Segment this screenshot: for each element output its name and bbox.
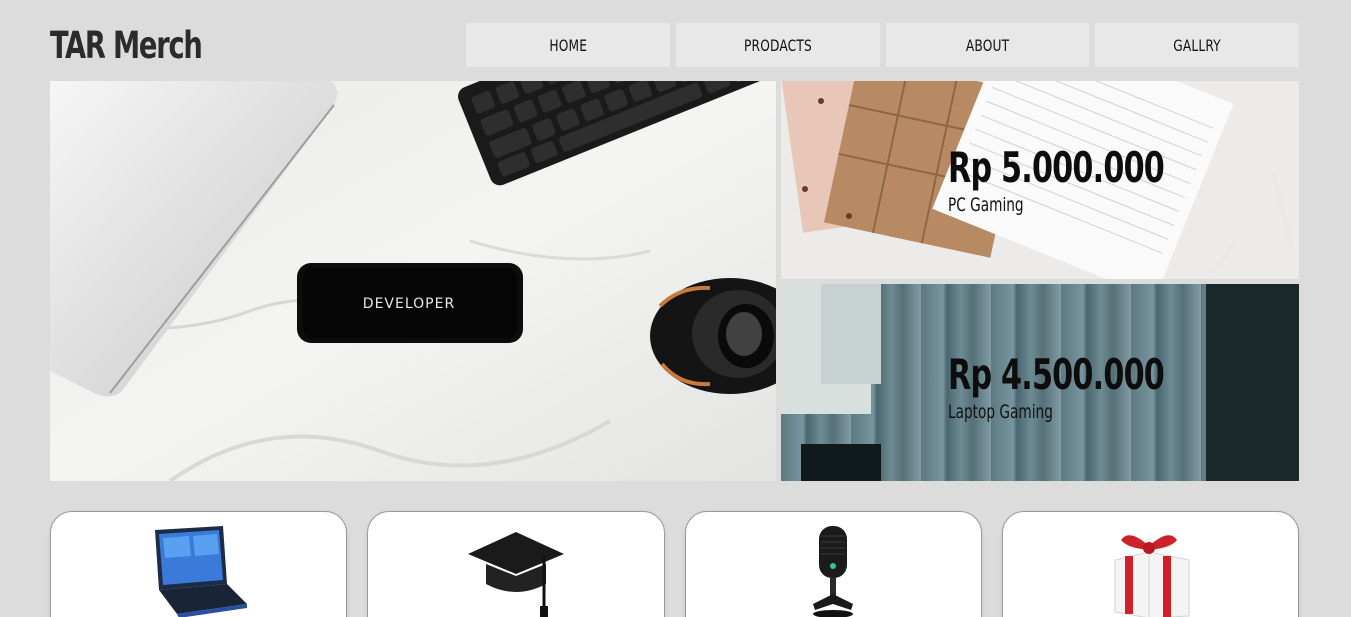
promo-card-pc-gaming[interactable]: Rp 5.000.000 PC Gaming [781, 81, 1299, 279]
product-card-graduation-cap[interactable] [367, 511, 665, 617]
nav-about[interactable]: ABOUT [885, 23, 1090, 67]
phone-screen-text: DEVELOPER [363, 296, 455, 312]
promo-card-laptop-gaming[interactable]: Rp 4.500.000 Laptop Gaming [781, 284, 1299, 481]
product-card-laptop[interactable] [50, 511, 348, 617]
nav-products[interactable]: PRODACTS [675, 23, 880, 67]
promo-price: Rp 4.500.000 [948, 350, 1165, 399]
developer-desk-photo: DEVELOPER [50, 81, 776, 481]
site-logo[interactable]: TAR Merch [50, 24, 203, 67]
graduation-cap-icon [467, 532, 564, 617]
nav-products-label: PRODACTS [743, 35, 812, 55]
main-nav: HOME PRODACTS ABOUT GALLRY [466, 23, 1299, 67]
nav-home[interactable]: HOME [466, 23, 670, 67]
nav-gallery-label: GALLRY [1173, 35, 1221, 55]
nav-home-label: HOME [548, 35, 587, 55]
nav-about-label: ABOUT [965, 35, 1010, 55]
promo-label: PC Gaming [948, 194, 1024, 216]
product-cards [50, 511, 1299, 617]
gift-box-icon [1114, 535, 1190, 617]
hero-main-image: DEVELOPER [50, 81, 776, 481]
product-card-gift[interactable] [1001, 511, 1299, 617]
nav-gallery[interactable]: GALLRY [1095, 23, 1299, 67]
laptop-icon [154, 526, 247, 617]
promo-price: Rp 5.000.000 [948, 143, 1165, 192]
product-card-microphone[interactable] [684, 511, 982, 617]
microphone-icon [813, 526, 854, 617]
promo-label: Laptop Gaming [948, 401, 1053, 423]
